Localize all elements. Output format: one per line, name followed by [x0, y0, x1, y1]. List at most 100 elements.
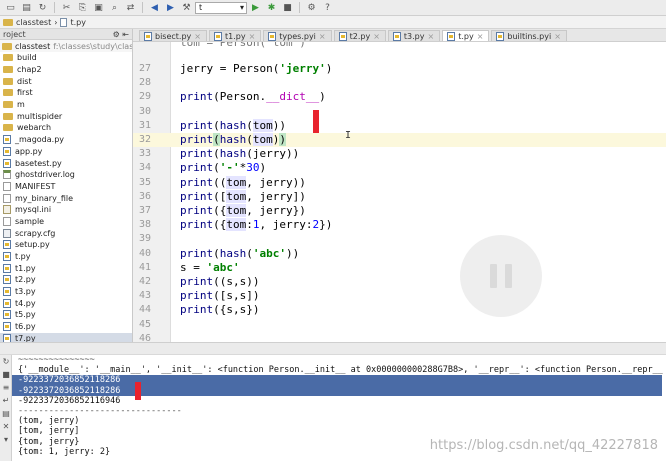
- line-number: 27: [138, 63, 151, 74]
- copy-icon[interactable]: ⎘: [75, 1, 90, 15]
- stop-icon[interactable]: ■: [280, 1, 295, 15]
- help-icon[interactable]: ?: [320, 1, 335, 15]
- editor-tab[interactable]: types.pyi ×: [263, 30, 332, 41]
- tree-item-label: build: [17, 53, 37, 63]
- paste-icon[interactable]: ▣: [91, 1, 106, 15]
- line-number: 33: [138, 148, 151, 160]
- tree-item-label: basetest.py: [15, 158, 62, 168]
- tree-item[interactable]: first: [0, 87, 132, 99]
- editor-tab[interactable]: bisect.py ×: [139, 30, 207, 41]
- code-line: 33 print(hash(jerry)): [133, 147, 666, 161]
- tree-item[interactable]: ghostdriver.log: [0, 169, 132, 181]
- code-line: 36 print([tom, jerry]): [133, 189, 666, 204]
- tree-item[interactable]: dist: [0, 75, 132, 87]
- editor-tab[interactable]: t.py ×: [442, 30, 490, 41]
- breadcrumb-project[interactable]: classtest: [16, 18, 51, 27]
- tree-item[interactable]: sample: [0, 216, 132, 228]
- close-icon[interactable]: ×: [319, 32, 326, 41]
- code-text: s = 'abc': [180, 260, 240, 274]
- tree-item-label: webarch: [17, 123, 52, 133]
- save-icon[interactable]: ▤: [19, 1, 34, 15]
- panel-splitter[interactable]: [0, 342, 666, 355]
- chevron-right-icon: ›: [54, 17, 58, 27]
- code-text: print((tom, jerry)): [180, 175, 306, 189]
- editor-tab[interactable]: builtins.pyi ×: [491, 30, 567, 41]
- editor-tab[interactable]: t2.py ×: [333, 30, 386, 41]
- tree-item[interactable]: chap2: [0, 64, 132, 76]
- line-number: 40: [138, 247, 151, 259]
- code-line: 39: [133, 232, 666, 246]
- text-cursor-icon: I: [345, 130, 352, 141]
- tree-item[interactable]: basetest.py: [0, 157, 132, 169]
- tree-item-label: _magoda.py: [15, 135, 65, 145]
- replace-icon[interactable]: ⇄: [123, 1, 138, 15]
- tree-item[interactable]: t6.py: [0, 321, 132, 333]
- run-config-select[interactable]: t ▾: [195, 1, 247, 14]
- find-icon[interactable]: ⌕: [107, 1, 122, 15]
- panel-options-icon[interactable]: ⚙ ⇤: [113, 30, 129, 39]
- close-icon[interactable]: ×: [249, 32, 256, 41]
- tree-item[interactable]: mysql.ini: [0, 204, 132, 216]
- close-icon[interactable]: ×: [194, 32, 201, 41]
- video-pause-overlay[interactable]: [460, 235, 542, 317]
- tree-item-label: t1.py: [15, 263, 36, 273]
- breadcrumb-file[interactable]: t.py: [70, 18, 86, 27]
- refresh-icon[interactable]: ↻: [35, 1, 50, 15]
- python-file-icon: [3, 240, 11, 250]
- wrap-icon[interactable]: ↵: [0, 394, 12, 407]
- code-line: 38 print({tom:1, jerry:2}): [133, 218, 666, 232]
- settings-icon[interactable]: ⚙: [304, 1, 319, 15]
- open-icon[interactable]: ▭: [3, 1, 18, 15]
- project-panel-header: roject ⚙ ⇤: [0, 29, 132, 40]
- build-icon[interactable]: ⚒: [179, 1, 194, 15]
- run-icon[interactable]: ▶: [248, 1, 263, 15]
- tree-item[interactable]: t5.py: [0, 309, 132, 321]
- tree-item[interactable]: build: [0, 52, 132, 64]
- code-line-partial: tom = Person('tom'): [133, 42, 666, 50]
- tree-item[interactable]: setup.py: [0, 239, 132, 251]
- cut-icon[interactable]: ✂: [59, 1, 74, 15]
- tree-item[interactable]: _magoda.py: [0, 134, 132, 146]
- tree-item-label: m: [17, 100, 25, 110]
- tree-item-label: mysql.ini: [15, 205, 52, 215]
- line-number: 34: [138, 162, 151, 174]
- close-icon[interactable]: ×: [428, 32, 435, 41]
- tree-item[interactable]: multispider: [0, 110, 132, 122]
- tree-item[interactable]: MANIFEST: [0, 181, 132, 193]
- tree-item-label: my_binary_file: [15, 193, 74, 203]
- debug-icon[interactable]: ✱: [264, 1, 279, 15]
- code-text: print(hash(tom)): [180, 118, 286, 132]
- code-text: print((s,s)): [180, 275, 260, 288]
- close-icon[interactable]: ×: [373, 32, 380, 41]
- tree-item[interactable]: t.py: [0, 251, 132, 263]
- tree-item[interactable]: t7.py: [0, 332, 132, 342]
- tree-item[interactable]: webarch: [0, 122, 132, 134]
- back-icon[interactable]: ◀: [147, 1, 162, 15]
- editor-tab[interactable]: t1.py ×: [208, 30, 262, 41]
- code-line: 43 print([s,s]): [133, 289, 666, 303]
- line-number: 41: [138, 261, 151, 273]
- tree-item[interactable]: t4.py: [0, 297, 132, 309]
- rerun-icon[interactable]: ↻: [0, 355, 12, 368]
- tree-item[interactable]: m: [0, 99, 132, 111]
- pin-icon[interactable]: ▾: [0, 433, 12, 446]
- forward-icon[interactable]: ▶: [163, 1, 178, 15]
- tree-item[interactable]: scrapy.cfg: [0, 227, 132, 239]
- close-icon[interactable]: ×: [554, 32, 561, 41]
- close-icon[interactable]: ×: [477, 32, 484, 41]
- line-number: 43: [138, 290, 151, 302]
- code-editor[interactable]: tom = Person('tom') 27 jerry = Person('j…: [133, 42, 666, 342]
- editor-tab[interactable]: t3.py ×: [387, 30, 441, 41]
- stop-run-icon[interactable]: ■: [0, 368, 12, 381]
- print-icon[interactable]: ▤: [0, 407, 12, 420]
- tree-item[interactable]: app.py: [0, 146, 132, 158]
- project-root[interactable]: classtest f:\classes\study\classtest: [0, 40, 132, 52]
- tree-item[interactable]: t2.py: [0, 274, 132, 286]
- clear-icon[interactable]: ✕: [0, 420, 12, 433]
- log-file-icon: [3, 170, 11, 180]
- scroll-icon[interactable]: ≡: [0, 381, 12, 394]
- tree-item[interactable]: t3.py: [0, 286, 132, 298]
- tree-item[interactable]: my_binary_file: [0, 192, 132, 204]
- ini-file-icon: [3, 205, 11, 215]
- tree-item[interactable]: t1.py: [0, 262, 132, 274]
